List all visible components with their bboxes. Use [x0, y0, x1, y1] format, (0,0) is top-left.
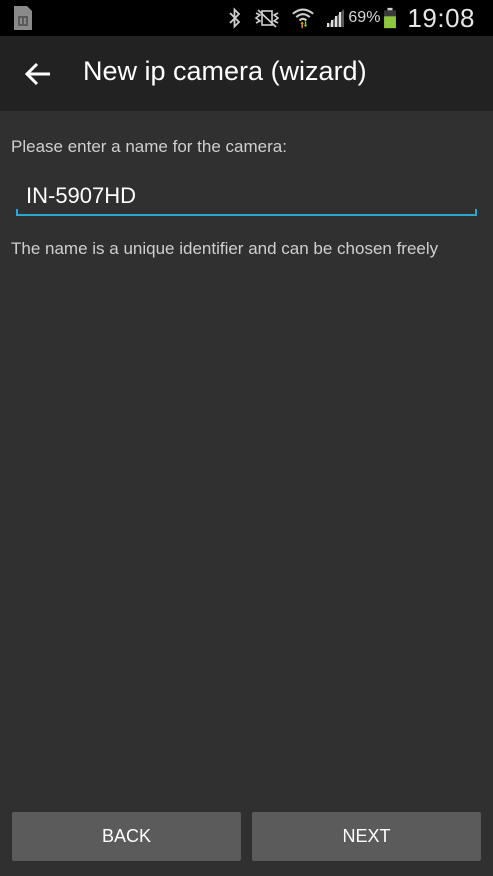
wifi-icon: [292, 8, 315, 29]
action-bar: New ip camera (wizard): [0, 36, 493, 111]
back-button[interactable]: BACK: [12, 812, 241, 861]
page-title: New ip camera (wizard): [83, 56, 367, 86]
battery-percent: 69%: [348, 9, 381, 26]
bluetooth-icon: [229, 7, 241, 29]
name-hint-text: The name is a unique identifier and can …: [11, 239, 439, 258]
clock: 19:08: [407, 2, 475, 33]
sim-card-icon: [14, 6, 32, 30]
camera-name-input[interactable]: [16, 178, 477, 214]
status-icons: 69% 19:08: [228, 0, 475, 36]
name-prompt-label: Please enter a name for the camera:: [11, 137, 287, 156]
vibrate-icon: [255, 9, 280, 28]
input-underline: [16, 214, 477, 216]
next-button[interactable]: NEXT: [252, 812, 481, 861]
input-underline-right-tick: [475, 209, 477, 215]
screen: 69% 19:08 New ip camera (wizard) Please …: [0, 0, 493, 876]
signal-icon: [326, 9, 345, 27]
back-arrow-icon[interactable]: [22, 58, 54, 90]
camera-name-field[interactable]: [16, 178, 477, 218]
status-bar: 69% 19:08: [0, 0, 493, 36]
battery-icon: [384, 7, 397, 29]
